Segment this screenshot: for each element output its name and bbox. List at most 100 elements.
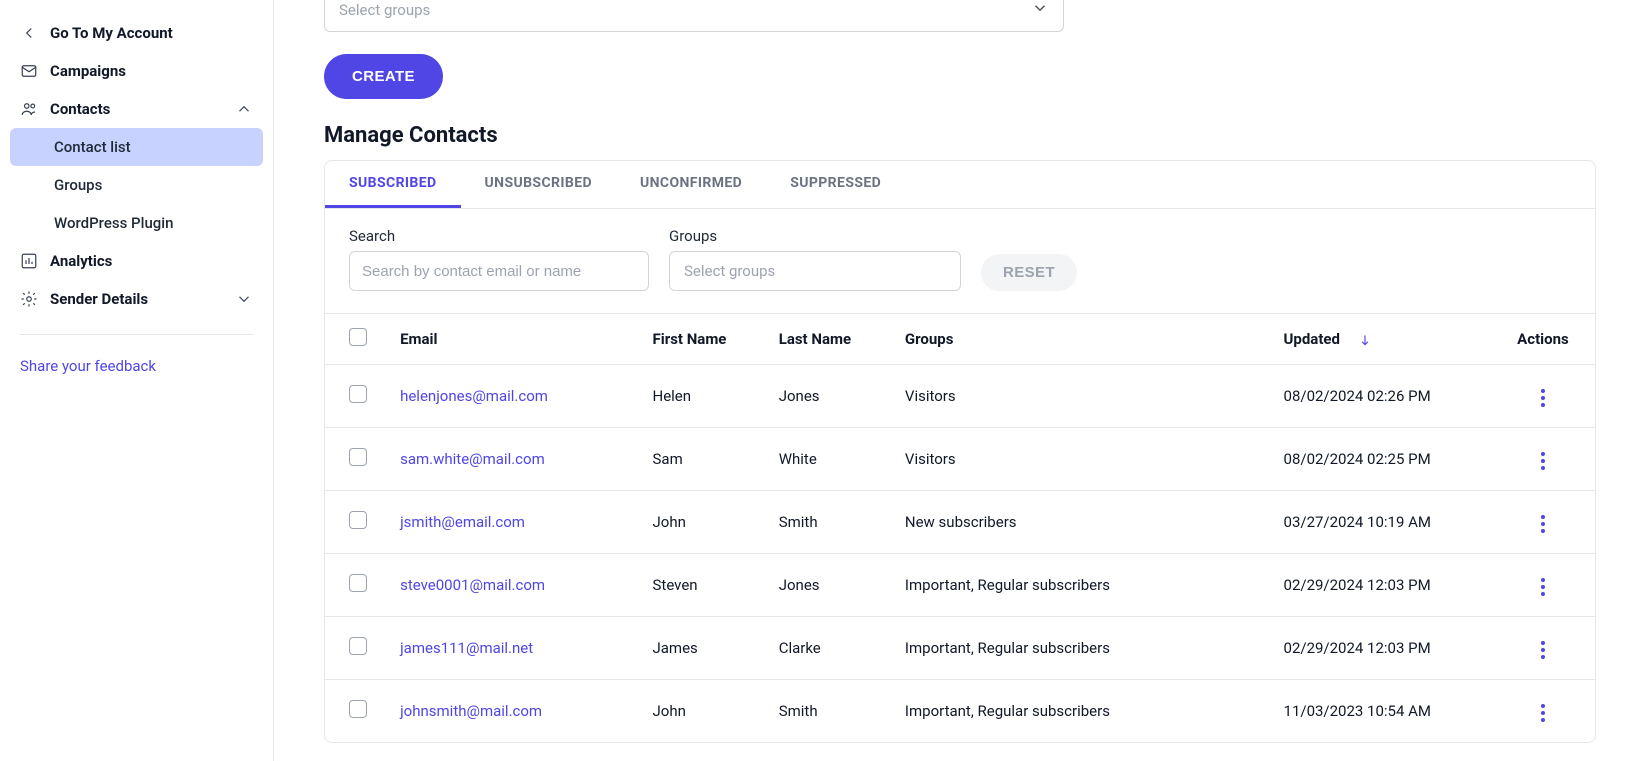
groups-filter-select[interactable]: Select groups (669, 251, 961, 291)
col-groups[interactable]: Groups (893, 314, 1272, 365)
create-button[interactable]: CREATE (324, 54, 443, 99)
create-groups-select[interactable]: Select groups (324, 0, 1064, 32)
chevron-down-icon (1031, 0, 1049, 21)
email-link[interactable]: james111@mail.net (400, 639, 533, 657)
groups-cell: Important, Regular subscribers (893, 617, 1272, 680)
tab-unconfirmed[interactable]: UNCONFIRMED (616, 161, 766, 208)
table-row: helenjones@mail.com HelenJonesVisitors08/… (325, 365, 1595, 428)
sidebar-item-analytics[interactable]: Analytics (10, 242, 263, 280)
contacts-label: Contacts (50, 100, 110, 118)
first-name-cell: Sam (641, 428, 767, 491)
table-row: sam.white@mail.com SamWhiteVisitors08/02/… (325, 428, 1595, 491)
search-input[interactable] (349, 251, 649, 291)
last-name-cell: White (767, 428, 893, 491)
row-actions-menu[interactable] (1535, 446, 1551, 476)
row-checkbox[interactable] (349, 637, 367, 655)
first-name-cell: Helen (641, 365, 767, 428)
chart-icon (20, 252, 38, 270)
wordpress-plugin-label: WordPress Plugin (54, 214, 173, 232)
create-groups-placeholder: Select groups (339, 1, 430, 19)
sender-details-label: Sender Details (50, 290, 148, 308)
filters-row: Search Groups Select groups RESET (325, 209, 1595, 313)
email-link[interactable]: jsmith@email.com (400, 513, 525, 531)
row-checkbox[interactable] (349, 700, 367, 718)
contacts-card: SUBSCRIBED UNSUBSCRIBED UNCONFIRMED SUPP… (324, 160, 1596, 743)
row-actions-menu[interactable] (1535, 383, 1551, 413)
chevron-up-icon (235, 100, 253, 118)
campaigns-label: Campaigns (50, 62, 126, 80)
row-checkbox[interactable] (349, 511, 367, 529)
last-name-cell: Smith (767, 680, 893, 743)
col-actions: Actions (1503, 314, 1595, 365)
updated-cell: 03/27/2024 10:19 AM (1272, 491, 1503, 554)
groups-filter-label: Groups (669, 227, 961, 245)
email-link[interactable]: helenjones@mail.com (400, 387, 548, 405)
arrow-left-icon (20, 24, 38, 42)
table-row: jsmith@email.com JohnSmithNew subscribers… (325, 491, 1595, 554)
col-email[interactable]: Email (388, 314, 640, 365)
row-checkbox[interactable] (349, 448, 367, 466)
first-name-cell: John (641, 491, 767, 554)
row-actions-menu[interactable] (1535, 635, 1551, 665)
gear-icon (20, 290, 38, 308)
row-checkbox[interactable] (349, 574, 367, 592)
last-name-cell: Smith (767, 491, 893, 554)
groups-cell: New subscribers (893, 491, 1272, 554)
groups-label: Groups (54, 176, 102, 194)
contact-list-label: Contact list (54, 138, 131, 156)
updated-cell: 02/29/2024 12:03 PM (1272, 554, 1503, 617)
first-name-cell: James (641, 617, 767, 680)
email-link[interactable]: johnsmith@mail.com (400, 702, 542, 720)
tab-subscribed[interactable]: SUBSCRIBED (325, 161, 461, 208)
last-name-cell: Jones (767, 365, 893, 428)
updated-cell: 11/03/2023 10:54 AM (1272, 680, 1503, 743)
first-name-cell: Steven (641, 554, 767, 617)
chevron-down-icon (235, 290, 253, 308)
arrow-down-icon (1358, 333, 1372, 347)
last-name-cell: Jones (767, 554, 893, 617)
sidebar-item-contact-list[interactable]: Contact list (10, 128, 263, 166)
groups-cell: Important, Regular subscribers (893, 554, 1272, 617)
main-content: Select groups CREATE Manage Contacts SUB… (274, 0, 1646, 761)
sidebar: Go To My Account Campaigns Contacts Cont… (0, 0, 274, 761)
select-all-checkbox[interactable] (349, 328, 367, 346)
sidebar-item-wordpress-plugin[interactable]: WordPress Plugin (10, 204, 263, 242)
sidebar-item-contacts[interactable]: Contacts (10, 90, 263, 128)
search-label: Search (349, 227, 649, 245)
mail-icon (20, 62, 38, 80)
col-updated-label: Updated (1284, 330, 1340, 348)
email-link[interactable]: steve0001@mail.com (400, 576, 545, 594)
updated-cell: 08/02/2024 02:26 PM (1272, 365, 1503, 428)
go-to-account-link[interactable]: Go To My Account (10, 14, 263, 52)
manage-contacts-title: Manage Contacts (324, 123, 1596, 148)
updated-cell: 02/29/2024 12:03 PM (1272, 617, 1503, 680)
sidebar-item-sender-details[interactable]: Sender Details (10, 280, 263, 318)
tab-suppressed[interactable]: SUPPRESSED (766, 161, 905, 208)
feedback-label: Share your feedback (20, 357, 156, 375)
share-feedback-link[interactable]: Share your feedback (10, 351, 263, 375)
row-actions-menu[interactable] (1535, 509, 1551, 539)
row-actions-menu[interactable] (1535, 572, 1551, 602)
col-last-name[interactable]: Last Name (767, 314, 893, 365)
analytics-label: Analytics (50, 252, 112, 270)
email-link[interactable]: sam.white@mail.com (400, 450, 545, 468)
col-first-name[interactable]: First Name (641, 314, 767, 365)
tab-unsubscribed[interactable]: UNSUBSCRIBED (461, 161, 616, 208)
groups-cell: Important, Regular subscribers (893, 680, 1272, 743)
updated-cell: 08/02/2024 02:25 PM (1272, 428, 1503, 491)
tabs: SUBSCRIBED UNSUBSCRIBED UNCONFIRMED SUPP… (325, 161, 1595, 209)
groups-cell: Visitors (893, 428, 1272, 491)
table-row: james111@mail.netJamesClarkeImportant, R… (325, 617, 1595, 680)
sidebar-item-groups[interactable]: Groups (10, 166, 263, 204)
row-actions-menu[interactable] (1535, 698, 1551, 728)
people-icon (20, 100, 38, 118)
go-to-account-label: Go To My Account (50, 24, 173, 42)
col-updated[interactable]: Updated (1272, 314, 1503, 365)
groups-filter-placeholder: Select groups (684, 262, 775, 280)
row-checkbox[interactable] (349, 385, 367, 403)
reset-button[interactable]: RESET (981, 254, 1077, 291)
table-row: johnsmith@mail.com JohnSmithImportant, Re… (325, 680, 1595, 743)
groups-cell: Visitors (893, 365, 1272, 428)
first-name-cell: John (641, 680, 767, 743)
sidebar-item-campaigns[interactable]: Campaigns (10, 52, 263, 90)
